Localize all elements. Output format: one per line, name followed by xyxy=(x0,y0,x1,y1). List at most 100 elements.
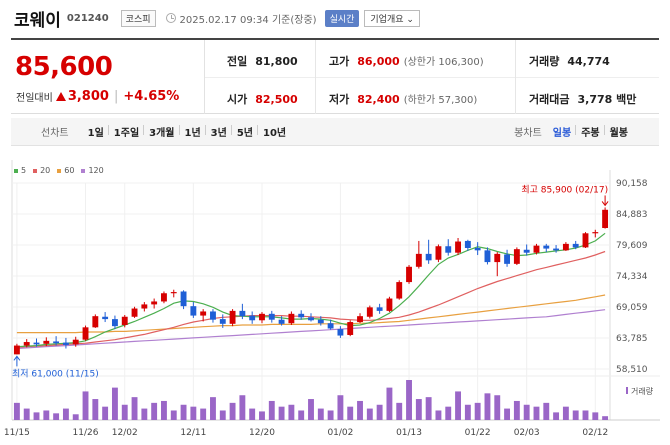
x-tick-label: 01/13 xyxy=(396,428,422,438)
period-3y[interactable]: 3년 xyxy=(204,124,232,139)
candle xyxy=(210,311,216,320)
period-3m[interactable]: 3개월 xyxy=(143,124,179,139)
candle xyxy=(474,247,481,251)
y-tick-label: 58,510 xyxy=(616,365,648,375)
period-1d[interactable]: 1일 xyxy=(83,124,109,139)
volume-bar xyxy=(23,408,30,420)
candle-weekly[interactable]: 주봉 xyxy=(575,124,604,139)
candle xyxy=(219,319,226,324)
volume-bar xyxy=(268,400,275,420)
clock-icon xyxy=(165,13,176,23)
volume-bar xyxy=(131,397,138,420)
up-arrow-icon xyxy=(55,92,66,101)
y-tick-label: 79,609 xyxy=(616,241,648,251)
volume-bar xyxy=(210,397,216,420)
max-annotation: 최고 85,900 (02/17) xyxy=(521,184,608,195)
y-tick-label: 90,158 xyxy=(616,179,648,189)
low-value: 82,400 xyxy=(357,93,400,106)
candle xyxy=(582,233,589,248)
candle xyxy=(337,329,344,336)
volume-bar xyxy=(562,406,569,420)
volume-bar xyxy=(386,387,393,420)
candle xyxy=(131,308,138,317)
volume-bar xyxy=(425,397,432,420)
volume-legend-label: 거래량 xyxy=(631,386,654,396)
candle xyxy=(543,245,550,249)
candle xyxy=(62,342,69,345)
upper-limit: (상한가 106,300) xyxy=(403,57,484,68)
volume-bar xyxy=(259,411,265,420)
high-label: 고가 xyxy=(329,55,350,68)
period-1y[interactable]: 1년 xyxy=(178,124,206,139)
candle xyxy=(455,241,461,253)
company-overview-button[interactable]: 기업개요 ⌄ xyxy=(364,9,420,27)
current-price: 85,600 xyxy=(15,52,113,82)
open-value: 82,500 xyxy=(255,93,298,106)
x-tick-label: 11/15 xyxy=(4,428,30,438)
high-value: 86,000 xyxy=(357,55,400,68)
candle xyxy=(53,341,60,344)
candle xyxy=(347,322,354,335)
candle xyxy=(23,342,30,346)
line-chart-label: 선차트 xyxy=(41,128,69,139)
candle xyxy=(406,266,412,283)
candle xyxy=(13,345,20,355)
x-tick-label: 01/22 xyxy=(465,428,491,438)
candle xyxy=(33,342,40,345)
candle xyxy=(445,246,452,253)
low-price: 저가 82,400 (하한가 57,300) xyxy=(329,91,477,107)
change-percent: +4.65% xyxy=(123,89,180,104)
timestamp: 2025.02.17 09:34 기준(장중) xyxy=(179,14,317,26)
candle xyxy=(268,313,275,320)
candle xyxy=(533,245,540,253)
volume-bar xyxy=(82,391,89,420)
candle xyxy=(317,319,324,324)
stock-header: 코웨이 021240 코스피 2025.02.17 09:34 기준(장중) 실… xyxy=(0,0,670,36)
stock-name: 코웨이 xyxy=(14,10,61,31)
period-5y[interactable]: 5년 xyxy=(230,124,258,139)
volume-bar xyxy=(288,404,295,420)
prev-close-value: 81,800 xyxy=(255,55,298,68)
x-tick-label: 12/02 xyxy=(112,428,138,438)
candle xyxy=(151,301,158,305)
prev-close-label: 전일 xyxy=(227,55,248,68)
volume-bar xyxy=(396,402,403,420)
candle xyxy=(141,304,148,309)
amount-label: 거래대금 xyxy=(529,93,570,106)
candle xyxy=(92,316,99,328)
candle xyxy=(357,316,363,323)
candle xyxy=(553,248,560,251)
volume-bar xyxy=(337,395,344,420)
x-tick-label: 01/02 xyxy=(327,428,353,438)
candle xyxy=(523,249,530,253)
candle xyxy=(200,311,207,316)
change-label: 전일대비 xyxy=(16,93,53,104)
candle xyxy=(111,319,118,327)
volume-bar xyxy=(229,402,236,420)
volume-label: 거래량 xyxy=(529,55,560,68)
volume-bar xyxy=(278,406,285,420)
volume-value: 44,774 xyxy=(567,55,610,68)
volume-legend-swatch xyxy=(626,387,628,394)
period-10y[interactable]: 10년 xyxy=(257,124,291,139)
volume-bar xyxy=(602,416,609,420)
price-chart[interactable]: 90,158 84,883 79,609 74,334 69,059 63,785 58,5… xyxy=(0,160,670,445)
volume-bar xyxy=(357,400,363,420)
volume-bar xyxy=(102,406,109,420)
candle-daily[interactable]: 일봉 xyxy=(548,124,576,139)
candle-monthly[interactable]: 월봉 xyxy=(603,124,633,139)
y-tick-label: 69,059 xyxy=(616,303,648,313)
candle xyxy=(504,254,511,264)
period-1w[interactable]: 1주일 xyxy=(107,124,144,139)
candle xyxy=(229,310,236,324)
volume-bar xyxy=(72,414,79,420)
candle xyxy=(592,232,599,234)
candle xyxy=(435,246,442,260)
volume-bar xyxy=(92,399,99,420)
volume-bar xyxy=(494,395,501,420)
candle-chart-label: 봉차트 xyxy=(514,128,542,139)
realtime-button[interactable]: 실시간 xyxy=(324,9,360,27)
price-box: 85,600 전일대비 3,800 | +4.65% xyxy=(11,40,205,114)
volume-bar xyxy=(43,410,50,420)
volume-bar xyxy=(464,404,471,420)
